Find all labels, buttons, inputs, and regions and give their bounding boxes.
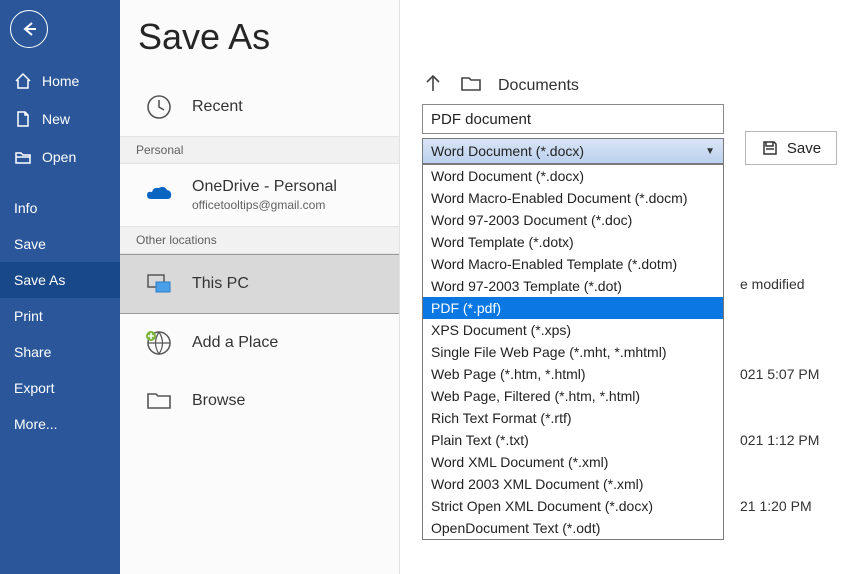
file-type-option[interactable]: Web Page (*.htm, *.html) — [423, 363, 723, 385]
location-this-pc[interactable]: This PC — [120, 254, 399, 314]
location-add-place[interactable]: Add a Place — [120, 314, 399, 372]
file-date: 21 1:20 PM — [740, 498, 812, 514]
nav-label: Save As — [14, 272, 65, 288]
location-sublabel: officetooltips@gmail.com — [192, 198, 337, 212]
nav-label: Save — [14, 236, 46, 252]
file-type-option[interactable]: Single File Web Page (*.mht, *.mhtml) — [423, 341, 723, 363]
location-recent[interactable]: Recent — [120, 78, 399, 136]
save-pane: Documents Word Document (*.docx) ▼ Save … — [400, 0, 852, 574]
file-type-option[interactable]: Web Page, Filtered (*.htm, *.html) — [423, 385, 723, 407]
location-label: Recent — [192, 98, 243, 116]
nav-save[interactable]: Save — [0, 226, 120, 262]
save-icon — [761, 139, 779, 157]
file-date: 021 1:12 PM — [740, 432, 819, 448]
nav-label: Share — [14, 344, 51, 360]
nav-info[interactable]: Info — [0, 190, 120, 226]
file-type-option[interactable]: Word 2003 XML Document (*.xml) — [423, 473, 723, 495]
nav-label: Info — [14, 200, 37, 216]
file-type-option[interactable]: Rich Text Format (*.rtf) — [423, 407, 723, 429]
file-type-option[interactable]: Word Macro-Enabled Document (*.docm) — [423, 187, 723, 209]
file-type-option[interactable]: OpenDocument Text (*.odt) — [423, 517, 723, 539]
file-type-option[interactable]: Word Template (*.dotx) — [423, 231, 723, 253]
file-type-option[interactable]: Word XML Document (*.xml) — [423, 451, 723, 473]
file-type-option[interactable]: Word 97-2003 Document (*.doc) — [423, 209, 723, 231]
chevron-down-icon: ▼ — [705, 146, 715, 157]
arrow-left-icon — [20, 20, 38, 38]
location-label: This PC — [192, 275, 249, 293]
file-type-option[interactable]: Plain Text (*.txt) — [423, 429, 723, 451]
nav-label: New — [42, 111, 70, 127]
folder-icon — [460, 72, 482, 99]
nav-more[interactable]: More... — [0, 406, 120, 442]
clock-icon — [144, 92, 174, 122]
file-type-option[interactable]: Word Document (*.docx) — [423, 165, 723, 187]
save-button[interactable]: Save — [745, 131, 837, 165]
file-type-select[interactable]: Word Document (*.docx) ▼ — [422, 138, 724, 164]
nav-label: Home — [42, 73, 79, 89]
nav-new[interactable]: New — [0, 100, 120, 138]
file-type-option[interactable]: PDF (*.pdf) — [423, 297, 723, 319]
browse-folder-icon — [144, 386, 174, 416]
arrow-up-icon — [422, 72, 444, 94]
onedrive-icon — [144, 180, 174, 210]
location-label: Browse — [192, 392, 245, 410]
nav-label: Print — [14, 308, 43, 324]
location-label: Add a Place — [192, 334, 278, 352]
file-type-dropdown[interactable]: Word Document (*.docx)Word Macro-Enabled… — [422, 164, 724, 540]
location-onedrive[interactable]: OneDrive - Personal officetooltips@gmail… — [120, 164, 399, 226]
save-as-backstage: Home New Open Info Save Save As Print Sh… — [0, 0, 852, 574]
file-type-option[interactable]: Word Macro-Enabled Template (*.dotm) — [423, 253, 723, 275]
file-type-option[interactable]: Strict Open XML Document (*.docx) — [423, 495, 723, 517]
filename-input[interactable] — [422, 104, 724, 134]
add-place-icon — [144, 328, 174, 358]
nav-label: More... — [14, 416, 58, 432]
breadcrumb-row: Documents — [422, 72, 579, 99]
location-text: OneDrive - Personal officetooltips@gmail… — [192, 178, 337, 212]
breadcrumb-label[interactable]: Documents — [498, 77, 579, 95]
nav-export[interactable]: Export — [0, 370, 120, 406]
file-type-selected-label: Word Document (*.docx) — [431, 143, 584, 159]
nav-label: Open — [42, 149, 76, 165]
nav-label: Export — [14, 380, 54, 396]
new-doc-icon — [14, 110, 32, 128]
nav-save-as[interactable]: Save As — [0, 262, 120, 298]
section-other: Other locations — [120, 226, 399, 254]
home-icon — [14, 72, 32, 90]
this-pc-icon — [144, 269, 174, 299]
locations-column: Save As Recent Personal OneDrive - Perso… — [120, 0, 400, 574]
nav-print[interactable]: Print — [0, 298, 120, 334]
nav-home[interactable]: Home — [0, 62, 120, 100]
file-type-option[interactable]: XPS Document (*.xps) — [423, 319, 723, 341]
file-date: 021 5:07 PM — [740, 366, 819, 382]
open-folder-icon — [14, 148, 32, 166]
save-button-label: Save — [787, 140, 821, 157]
up-arrow-button[interactable] — [422, 72, 444, 99]
nav-share[interactable]: Share — [0, 334, 120, 370]
back-button[interactable] — [10, 10, 48, 48]
backstage-sidebar: Home New Open Info Save Save As Print Sh… — [0, 0, 120, 574]
nav-open[interactable]: Open — [0, 138, 120, 176]
location-label: OneDrive - Personal — [192, 178, 337, 196]
file-type-option[interactable]: Word 97-2003 Template (*.dot) — [423, 275, 723, 297]
section-personal: Personal — [120, 136, 399, 164]
location-browse[interactable]: Browse — [120, 372, 399, 430]
page-title: Save As — [120, 0, 399, 78]
column-header-modified[interactable]: e modified — [740, 276, 805, 292]
